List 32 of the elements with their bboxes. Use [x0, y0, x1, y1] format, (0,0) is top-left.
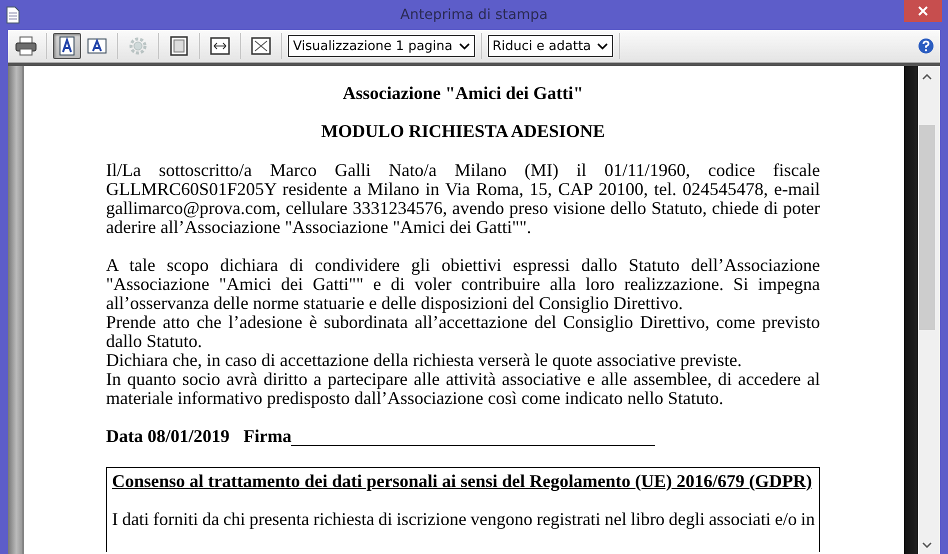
consent-text: I dati forniti da chi presenta richiesta di iscrizione vengono registrati nel libro degli associati e/o in — [112, 510, 815, 529]
document-icon — [6, 6, 20, 24]
printer-icon — [15, 36, 37, 56]
fit-width-icon — [210, 37, 230, 55]
portrait-button[interactable] — [53, 33, 81, 59]
paragraph: A tale scopo dichiara di condividere gli obiettivi espressi dallo Statuto dell’Associazione "Associazione "Amici dei Gatti"" e di voler contribuire alla loro realizzazione. Si impegna all’osservanza delle norme statuarie e delle disposizioni del Consiglio Direttivo. — [106, 256, 820, 313]
zoom-dropdown[interactable]: Riduci e adatta — [488, 35, 614, 57]
page-icon — [170, 36, 188, 56]
landscape-page-icon — [87, 38, 107, 54]
view-mode-dropdown[interactable]: Visualizzazione 1 pagina — [288, 35, 474, 57]
date-label: Data 08/01/2019 — [106, 427, 230, 446]
paragraph: Il/La sottoscritto/a Marco Galli Nato/a Milano (MI) il 01/11/1960, codice fiscale GLLMRC60S01F205Y residente a Milano in Via Roma, 15, CAP 20100, tel. 024545478, e-mail gallimarco@prova.com, cellulare 3331234576, avendo preso visione dello Statuto, chiede di poter aderire all’Associazione "Associazione "Amici dei Gatti"". — [106, 161, 820, 237]
caret-icon — [458, 42, 470, 50]
help-icon[interactable] — [918, 38, 934, 54]
scrollbar[interactable] — [918, 66, 936, 554]
signature-label: Firma — [244, 427, 292, 446]
scroll-down-icon — [922, 542, 932, 548]
fit-page-icon — [251, 37, 271, 55]
gear-icon — [129, 37, 147, 55]
paragraph: Prende atto che l’adesione è subordinata all’accettazione del Consiglio Direttivo, come previsto dallo Statuto. — [106, 313, 820, 351]
caret-icon — [597, 42, 608, 50]
scroll-thumb[interactable] — [919, 125, 935, 330]
document-heading: Associazione "Amici dei Gatti" — [342, 84, 584, 103]
paragraph: In quanto socio avrà diritto a partecipare alle attività associative e alle assemblee, di accedere al materiale informativo predisposto dall’Associazione così come indicato nello Statuto. — [106, 370, 820, 408]
consent-title: Consenso al trattamento dei dati personali ai sensi del Regolamento (UE) 2016/679 (GDPR) — [112, 472, 813, 491]
paragraph: Dichiara che, in caso di accettazione della richiesta verserà le quote associative previste. — [106, 351, 743, 370]
window-title: Anteprima di stampa — [400, 7, 548, 23]
scroll-up-icon — [922, 74, 932, 80]
close-icon — [918, 6, 928, 16]
document-title: MODULO RICHIESTA ADESIONE — [320, 122, 606, 141]
portrait-page-icon — [59, 36, 75, 56]
close-button[interactable] — [904, 0, 942, 22]
